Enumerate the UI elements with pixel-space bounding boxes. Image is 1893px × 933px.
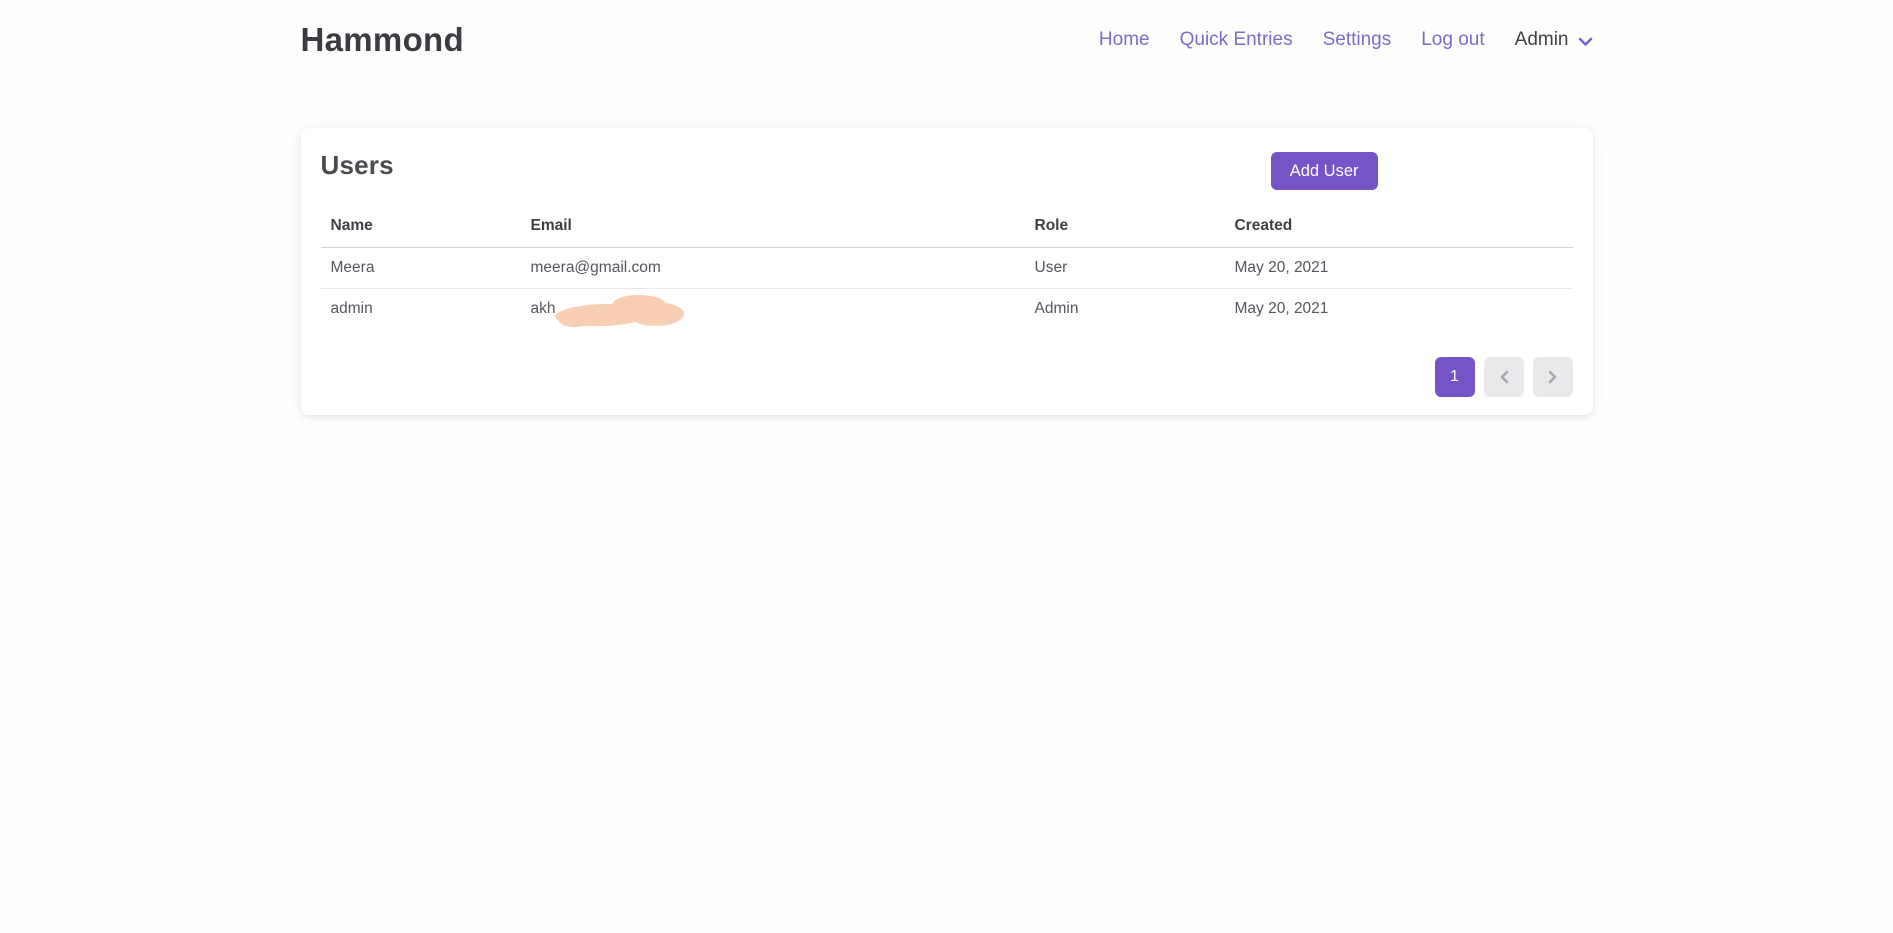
users-table: NameEmailRoleCreated Meera meera@gmail.c…: [321, 205, 1573, 329]
top-bar: Hammond Home Quick Entries Settings Log out…: [301, 0, 1593, 80]
main-content: Users Add User NameEmailRoleCreated Meer…: [301, 128, 1593, 415]
users-card: Users Add User NameEmailRoleCreated Meer…: [301, 128, 1593, 415]
users-table-body: Meera meera@gmail.com User May 20,: [321, 248, 1573, 330]
user-email-cell: akh: [521, 289, 1025, 330]
main-nav: Home Quick Entries Settings Log out Admin: [1099, 29, 1593, 51]
pagination: 1: [321, 357, 1573, 397]
nav-link-home[interactable]: Home: [1099, 29, 1150, 51]
column-header-name: Name: [321, 205, 521, 248]
chevron-right-icon: [1548, 370, 1558, 384]
brand-logo[interactable]: Hammond: [301, 21, 464, 59]
user-name-cell: Meera: [321, 248, 521, 289]
redaction-scribble: [553, 292, 687, 335]
pagination-page-1-button[interactable]: 1: [1435, 357, 1475, 397]
users-card-header: Users Add User: [321, 128, 1573, 205]
user-menu-dropdown[interactable]: Admin: [1515, 29, 1593, 51]
user-role-cell: User: [1025, 248, 1225, 289]
user-name-cell: admin: [321, 289, 521, 330]
table-row: admin akh Admin May 20, 2021: [321, 289, 1573, 330]
chevron-left-icon: [1499, 370, 1509, 384]
pagination-prev-button[interactable]: [1484, 357, 1524, 397]
nav-link-log-out[interactable]: Log out: [1421, 29, 1484, 51]
user-email-cell: meera@gmail.com: [521, 248, 1025, 289]
column-header-role: Role: [1025, 205, 1225, 248]
user-menu-label: Admin: [1515, 29, 1569, 51]
user-role-cell: Admin: [1025, 289, 1225, 330]
user-created-cell: May 20, 2021: [1225, 289, 1573, 330]
user-created-cell: May 20, 2021: [1225, 248, 1573, 289]
nav-link-quick-entries[interactable]: Quick Entries: [1180, 29, 1293, 51]
column-header-created: Created: [1225, 205, 1573, 248]
page-title: Users: [321, 150, 1573, 181]
table-header-row: NameEmailRoleCreated: [321, 205, 1573, 248]
nav-link-settings[interactable]: Settings: [1323, 29, 1392, 51]
add-user-button[interactable]: Add User: [1271, 152, 1378, 190]
chevron-down-icon: [1578, 34, 1593, 47]
column-header-email: Email: [521, 205, 1025, 248]
table-row: Meera meera@gmail.com User May 20,: [321, 248, 1573, 289]
pagination-next-button[interactable]: [1533, 357, 1573, 397]
